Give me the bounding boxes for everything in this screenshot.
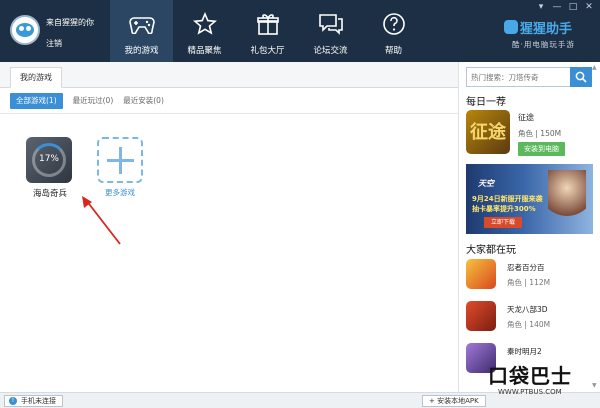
watermark-url: WWW.PTBUS.COM bbox=[498, 388, 562, 396]
nav-forum-label: 论坛交流 bbox=[313, 46, 348, 56]
daily-game-icon[interactable]: 征途 bbox=[466, 110, 510, 154]
red-arrow-icon bbox=[82, 196, 121, 245]
nav-featured-label: 精品聚焦 bbox=[187, 46, 222, 56]
nav-forum[interactable]: 论坛交流 bbox=[299, 0, 362, 62]
top-header: 来自猩猩的你 注销 我的游戏 精品聚焦 礼包大厅 论坛交流 帮助 猩猩助手 酷·… bbox=[0, 0, 600, 62]
game-meta: 角色 | 140M bbox=[507, 320, 551, 329]
banner-line1: 9月24日新服开服来袭 bbox=[472, 195, 543, 203]
minimize-icon[interactable]: — bbox=[552, 2, 562, 12]
search-input[interactable] bbox=[466, 67, 571, 87]
main-nav: 我的游戏 精品聚焦 礼包大厅 论坛交流 帮助 bbox=[110, 0, 425, 62]
install-local-apk-button[interactable]: + 安装本地APK bbox=[422, 395, 486, 407]
promo-banner[interactable]: 天空 9月24日新服开服来袭 抽卡暴率提升300% 立即下载 bbox=[466, 164, 593, 234]
main-panel: 我的游戏 全部游戏(1) 最近玩过(0) 最近安装(0) 17% 海岛奇兵 更多… bbox=[0, 62, 458, 392]
filter-all-games[interactable]: 全部游戏(1) bbox=[10, 93, 63, 109]
banner-character-icon bbox=[548, 170, 586, 230]
search-button[interactable] bbox=[570, 67, 592, 87]
install-to-pc-button[interactable]: 安装到电脑 bbox=[518, 142, 565, 156]
logout-link[interactable]: 注销 bbox=[46, 38, 62, 49]
daily-game-icon-text: 征途 bbox=[470, 122, 506, 143]
nav-help-label: 帮助 bbox=[384, 46, 402, 56]
game-icon bbox=[466, 259, 496, 289]
tab-my-games[interactable]: 我的游戏 bbox=[10, 67, 62, 88]
user-area: 来自猩猩的你 注销 bbox=[0, 0, 108, 62]
watermark-main: 口袋巴士 bbox=[488, 364, 572, 388]
banner-download-button[interactable]: 立即下载 bbox=[484, 217, 522, 228]
game-filters: 全部游戏(1) 最近玩过(0) 最近安装(0) bbox=[10, 93, 174, 109]
brand-mascot-icon bbox=[504, 20, 518, 34]
close-icon[interactable]: ✕ bbox=[584, 2, 594, 12]
brand-subtitle: 酷·用电脑玩手游 bbox=[512, 40, 575, 49]
download-progress: 17% bbox=[38, 154, 59, 164]
daily-game-name[interactable]: 征途 bbox=[518, 112, 534, 123]
help-icon bbox=[382, 13, 405, 35]
settings-dropdown-icon[interactable]: ▾ bbox=[536, 2, 546, 12]
nav-help[interactable]: 帮助 bbox=[362, 0, 425, 62]
gamepad-icon bbox=[128, 17, 155, 34]
nav-featured[interactable]: 精品聚焦 bbox=[173, 0, 236, 62]
user-name: 来自猩猩的你 bbox=[46, 18, 94, 27]
nav-my-games[interactable]: 我的游戏 bbox=[110, 0, 173, 62]
star-icon bbox=[192, 12, 217, 35]
nav-gift-hall[interactable]: 礼包大厅 bbox=[236, 0, 299, 62]
nav-my-games-label: 我的游戏 bbox=[124, 46, 159, 56]
popular-title: 大家都在玩 bbox=[466, 245, 516, 256]
tab-bar: 我的游戏 bbox=[0, 62, 458, 88]
window-controls: ▾ — □ ✕ bbox=[536, 2, 594, 12]
daily-recommend-title: 每日一荐 bbox=[466, 97, 506, 108]
brand-title: 猩猩助手 bbox=[520, 22, 573, 37]
maximize-icon[interactable]: □ bbox=[568, 2, 578, 12]
game-name: 秦时明月2 bbox=[507, 347, 542, 356]
game-name: 忍者百分百 bbox=[507, 263, 545, 272]
game-meta: 角色 | 112M bbox=[507, 278, 551, 287]
divider bbox=[0, 113, 458, 114]
game-tile-haidao[interactable]: 17% bbox=[26, 137, 72, 183]
banner-title: 天空 bbox=[478, 179, 494, 188]
game-name: 天龙八部3D bbox=[507, 305, 548, 314]
phone-connection-status[interactable]: 手机未连接 bbox=[4, 395, 63, 407]
watermark: 口袋巴士 WWW.PTBUS.COM bbox=[488, 360, 596, 404]
scroll-up-icon[interactable]: ▲ bbox=[592, 64, 599, 71]
gift-icon bbox=[256, 14, 279, 35]
nav-gift-hall-label: 礼包大厅 bbox=[250, 46, 285, 56]
list-item[interactable]: 天龙八部3D 角色 | 140M bbox=[466, 301, 596, 333]
banner-line2: 抽卡暴率提升300% bbox=[472, 205, 536, 213]
filter-recent-played[interactable]: 最近玩过(0) bbox=[73, 93, 114, 109]
game-icon bbox=[466, 301, 496, 331]
filter-recent-installed[interactable]: 最近安装(0) bbox=[123, 93, 164, 109]
search-icon bbox=[575, 71, 587, 83]
chat-icon bbox=[318, 14, 343, 35]
game-name: 海岛奇兵 bbox=[32, 189, 67, 199]
more-games-button[interactable] bbox=[97, 137, 143, 183]
daily-game-meta: 角色 | 150M bbox=[518, 129, 562, 138]
list-item[interactable]: 忍者百分百 角色 | 112M bbox=[466, 259, 596, 291]
avatar[interactable] bbox=[10, 15, 40, 45]
right-panel: 每日一荐 征途 征途 角色 | 150M 安装到电脑 天空 9月24日新服开服来… bbox=[458, 62, 600, 392]
